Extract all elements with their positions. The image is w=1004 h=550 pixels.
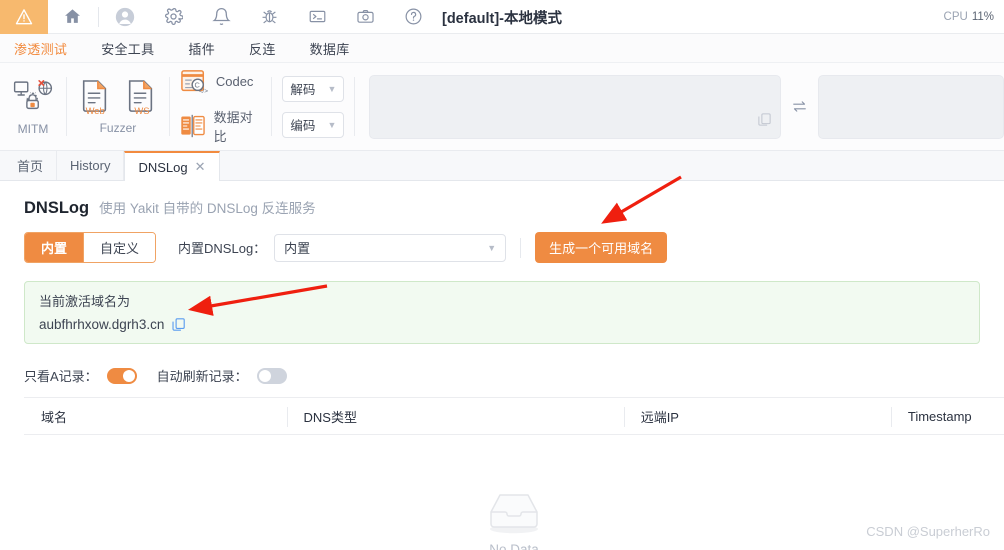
ribbon-group-codec: C </> Codec 数据对比 <box>170 63 272 150</box>
cpu-indicator: CPU 11% <box>944 0 994 34</box>
camera-icon[interactable] <box>341 0 389 34</box>
codec-icon: C </> <box>181 69 208 95</box>
bug-icon[interactable] <box>245 0 293 34</box>
data-compare-label: 数据对比 <box>213 109 253 144</box>
ws-fuzzer-icon: WS <box>128 80 153 116</box>
auto-refresh-switch[interactable] <box>256 367 287 384</box>
yakit-window: [default]-本地模式 CPU 11% 渗透测试 安全工具 插件 反连 数… <box>0 0 1004 550</box>
tab-dnslog[interactable]: DNSLog ✕ <box>124 151 220 181</box>
only-a-record-switch[interactable] <box>106 367 137 384</box>
data-compare-icon <box>181 114 205 137</box>
gear-icon[interactable] <box>149 0 197 34</box>
column-header-timestamp[interactable]: Timestamp <box>890 398 1004 434</box>
mitm-button[interactable]: MITM <box>12 77 54 136</box>
ribbon-divider-4 <box>354 77 356 136</box>
dnslog-controls: 内置 自定义 内置DNSLog： 内置 ▼ 生成一个可用域名 <box>0 218 1004 263</box>
control-divider <box>520 237 522 258</box>
web-fuzzer-button[interactable]: Web <box>79 78 111 116</box>
ws-fuzzer-button[interactable]: WS <box>125 78 157 116</box>
ribbon-toolbar: MITM Web WS Fuzzer C </> Codec 数据对比 解码 ▼… <box>0 63 1004 151</box>
title-bar: [default]-本地模式 CPU 11% <box>0 0 1004 34</box>
dnslog-page: DNSLog 使用 Yakit 自带的 DNSLog 反连服务 内置 自定义 内… <box>0 181 1004 550</box>
tab-history[interactable]: History <box>57 151 125 180</box>
cpu-value: 11% <box>971 11 994 23</box>
generate-domain-button[interactable]: 生成一个可用域名 <box>535 232 668 263</box>
chevron-down-icon: ▼ <box>487 242 497 253</box>
close-icon[interactable]: ✕ <box>195 159 206 175</box>
user-account-icon[interactable] <box>101 0 149 34</box>
mitm-icon <box>13 80 53 110</box>
active-domain-panel: 当前激活域名为 aubfhrhxow.dgrh3.cn <box>24 281 980 344</box>
decode-select[interactable]: 解码 ▼ <box>282 75 345 102</box>
tab-history-label: History <box>70 158 111 173</box>
active-domain-row: aubfhrhxow.dgrh3.cn <box>39 317 979 332</box>
web-fuzzer-icon: Web <box>82 80 107 116</box>
cpu-label: CPU <box>943 11 968 23</box>
column-header-remote-ip[interactable]: 远端IP <box>623 398 891 434</box>
tab-dnslog-label: DNSLog <box>138 159 188 175</box>
svg-text:WS: WS <box>134 105 149 116</box>
bell-icon[interactable] <box>197 0 245 34</box>
encode-select[interactable]: 编码 ▼ <box>282 111 345 138</box>
menu-item-database[interactable]: 数据库 <box>310 39 350 58</box>
page-header: DNSLog 使用 Yakit 自带的 DNSLog 反连服务 <box>0 181 1004 218</box>
empty-state-label: No Data <box>489 541 539 550</box>
menu-item-pentest[interactable]: 渗透测试 <box>14 39 67 58</box>
codec-input-area[interactable] <box>369 75 782 139</box>
swap-icon[interactable] <box>781 63 818 150</box>
encode-select-value: 编码 <box>290 119 316 133</box>
fuzzer-label: Fuzzer <box>99 121 137 135</box>
main-menu-bar: 渗透测试 安全工具 插件 反连 数据库 <box>0 34 1004 63</box>
menu-item-security-tools[interactable]: 安全工具 <box>101 39 154 58</box>
ribbon-group-mitm: MITM <box>0 63 66 150</box>
ribbon-group-fuzzer: Web WS Fuzzer <box>67 63 169 150</box>
warning-logo-icon <box>15 8 33 24</box>
codec-button[interactable]: C </> Codec <box>180 69 262 95</box>
tab-home[interactable]: 首页 <box>4 151 58 180</box>
mitm-label: MITM <box>17 122 49 136</box>
segment-builtin[interactable]: 内置 <box>25 233 85 262</box>
decode-select-value: 解码 <box>290 83 316 97</box>
page-subtitle: 使用 Yakit 自带的 DNSLog 反连服务 <box>99 201 316 216</box>
builtin-dnslog-label: 内置DNSLog： <box>178 241 267 256</box>
copy-icon[interactable] <box>171 317 186 332</box>
menu-item-reverse-connect[interactable]: 反连 <box>249 39 276 58</box>
ribbon-group-codec-selects: 解码 ▼ 编码 ▼ <box>272 63 354 150</box>
home-icon[interactable] <box>48 0 96 34</box>
column-header-domain[interactable]: 域名 <box>24 398 287 434</box>
help-icon[interactable] <box>389 0 437 34</box>
builtin-dnslog-select[interactable]: 内置 ▼ <box>274 233 507 262</box>
watermark: CSDN @SuperherRo <box>866 524 990 539</box>
auto-refresh-label: 自动刷新记录： <box>156 369 248 384</box>
codec-output-area[interactable] <box>818 75 1004 139</box>
table-header-row: 域名 DNS类型 远端IP Timestamp <box>24 397 1004 435</box>
chevron-down-icon: ▼ <box>327 83 337 94</box>
dns-records-table: 域名 DNS类型 远端IP Timestamp No Data <box>24 397 1004 550</box>
terminal-icon[interactable] <box>293 0 341 34</box>
active-domain-title: 当前激活域名为 <box>39 294 131 309</box>
active-domain-value[interactable]: aubfhrhxow.dgrh3.cn <box>39 317 164 332</box>
titlebar-divider <box>98 6 99 27</box>
record-filter-switches: 只看A记录： 自动刷新记录： <box>0 344 1004 385</box>
mode-segmented-control: 内置 自定义 <box>24 232 157 263</box>
svg-text:Web: Web <box>86 105 105 116</box>
codec-label: Codec <box>215 74 254 89</box>
empty-state: No Data <box>24 465 1004 550</box>
tab-home-label: 首页 <box>17 159 44 174</box>
only-a-record-label: 只看A记录： <box>24 369 98 384</box>
page-title: DNSLog <box>24 199 90 217</box>
column-header-dns-type[interactable]: DNS类型 <box>286 398 624 434</box>
menu-item-plugins[interactable]: 插件 <box>188 39 215 58</box>
empty-inbox-icon <box>490 493 538 533</box>
builtin-dnslog-select-value: 内置 <box>284 241 311 256</box>
app-logo-tile[interactable] <box>0 0 48 34</box>
segment-custom[interactable]: 自定义 <box>84 233 156 262</box>
copy-icon[interactable] <box>757 112 772 132</box>
chevron-down-icon: ▼ <box>327 119 337 130</box>
svg-text:</>: </> <box>198 88 207 95</box>
tab-bar: 首页 History DNSLog ✕ <box>0 151 1004 181</box>
data-compare-button[interactable]: 数据对比 <box>180 107 262 145</box>
